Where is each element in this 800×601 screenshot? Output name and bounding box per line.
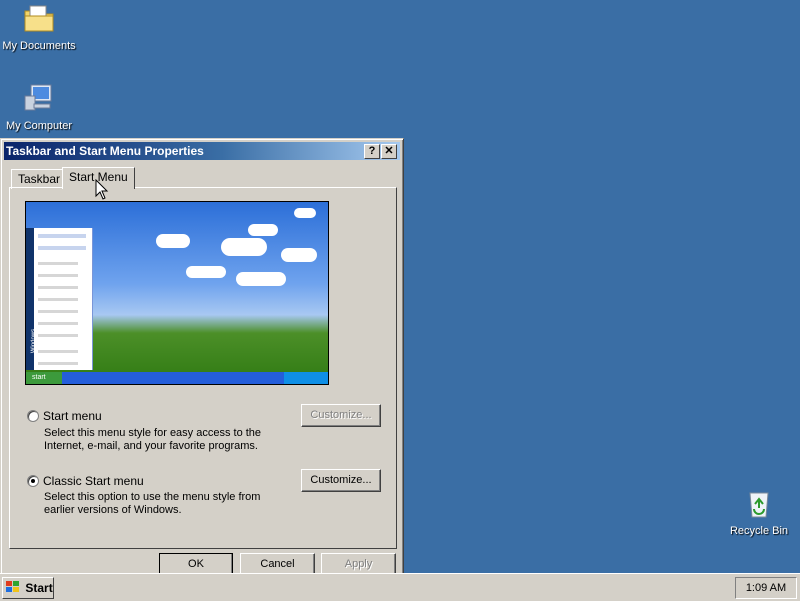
windows-logo-icon [6,579,20,599]
computer-icon [22,82,56,116]
desktop-icon-label: Recycle Bin [729,525,789,537]
start-button[interactable]: Start [2,577,54,599]
taskbar-properties-dialog: Taskbar and Start Menu Properties ? ✕ Ta… [0,138,404,576]
start-button-label: Start [25,581,53,595]
tab-taskbar[interactable]: Taskbar [11,169,68,189]
desktop-icon-label: My Computer [5,120,73,132]
system-tray: 1:09 AM [735,577,797,599]
desktop-icon-recycle-bin[interactable]: Recycle Bin [717,487,800,537]
folder-documents-icon [22,2,56,36]
taskbar: Start 1:09 AM [0,573,800,601]
desktop-icon-label: My Documents [2,40,76,52]
desktop-icon-my-computer[interactable]: My Computer [0,82,81,132]
mouse-cursor-icon [95,179,109,200]
close-button[interactable]: ✕ [381,144,397,159]
start-menu-tab-panel [9,187,397,549]
recycle-bin-icon [742,487,776,521]
dialog-titlebar[interactable]: Taskbar and Start Menu Properties ? ✕ [4,142,400,160]
clock[interactable]: 1:09 AM [746,582,786,594]
dialog-title: Taskbar and Start Menu Properties [6,144,204,158]
help-button[interactable]: ? [364,144,380,159]
desktop-icon-my-documents[interactable]: My Documents [0,2,81,52]
